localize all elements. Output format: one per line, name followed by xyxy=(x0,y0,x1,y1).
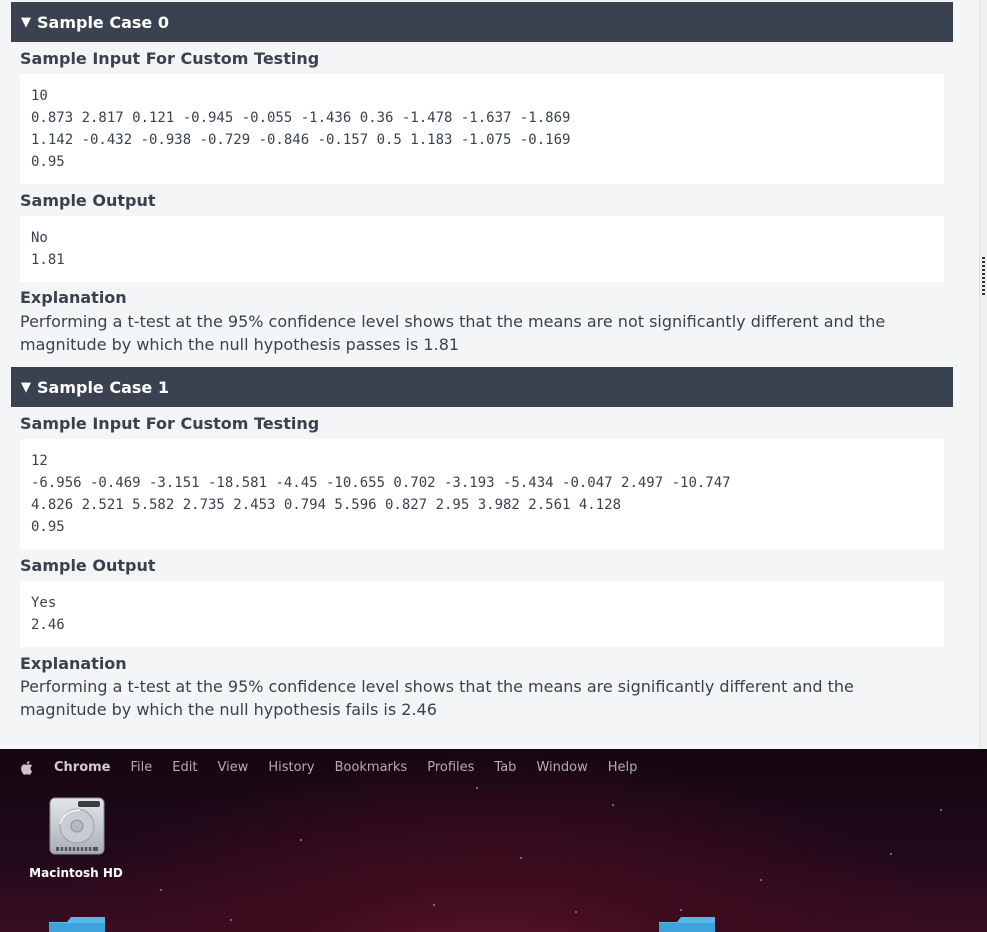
star xyxy=(680,909,682,911)
sample-input-label: Sample Input For Custom Testing xyxy=(20,414,320,433)
input-line: 0.95 xyxy=(31,154,65,170)
menu-file[interactable]: File xyxy=(131,760,153,775)
vertical-scrollbar[interactable] xyxy=(979,0,987,749)
star xyxy=(890,853,892,855)
star xyxy=(760,879,762,881)
triangle-down-icon: ▼ xyxy=(21,379,31,395)
macos-desktop: Chrome File Edit View History Bookmarks … xyxy=(0,749,987,932)
star xyxy=(612,804,614,806)
input-line: 12 xyxy=(31,453,48,469)
star xyxy=(300,839,302,841)
menu-profiles[interactable]: Profiles xyxy=(427,760,474,775)
macintosh-hd-label[interactable]: Macintosh HD xyxy=(24,866,128,880)
star xyxy=(230,919,232,921)
sample-output-label: Sample Output xyxy=(20,556,156,575)
star xyxy=(476,787,478,789)
folder-icon[interactable] xyxy=(47,914,107,932)
apple-logo-icon[interactable] xyxy=(20,760,34,775)
output-line: 2.46 xyxy=(31,617,65,633)
output-line: Yes xyxy=(31,595,57,611)
star xyxy=(160,889,162,891)
sample-output-box: Yes 2.46 xyxy=(20,581,944,647)
hard-drive-icon[interactable] xyxy=(48,797,106,855)
triangle-down-icon: ▼ xyxy=(21,14,31,30)
sample-input-box: 10 0.873 2.817 0.121 -0.945 -0.055 -1.43… xyxy=(20,74,944,184)
problem-page: ▼ Sample Case 0 Sample Input For Custom … xyxy=(0,0,979,749)
sample-case-1-header[interactable]: ▼ Sample Case 1 xyxy=(11,367,953,407)
explanation-text: Performing a t-test at the 95% confidenc… xyxy=(20,677,854,719)
menu-bar: Chrome File Edit View History Bookmarks … xyxy=(0,749,987,785)
input-line: -6.956 -0.469 -3.151 -18.581 -4.45 -10.6… xyxy=(31,475,731,491)
sample-input-label: Sample Input For Custom Testing xyxy=(20,49,320,68)
sample-output-box: No 1.81 xyxy=(20,216,944,282)
input-line: 4.826 2.521 5.582 2.735 2.453 0.794 5.59… xyxy=(31,497,622,513)
star xyxy=(940,809,942,811)
menu-window[interactable]: Window xyxy=(536,760,587,775)
star xyxy=(433,904,435,906)
menu-view[interactable]: View xyxy=(217,760,248,775)
menu-edit[interactable]: Edit xyxy=(172,760,197,775)
explanation-label: Explanation xyxy=(20,288,127,307)
sample-case-0-header[interactable]: ▼ Sample Case 0 xyxy=(11,2,953,42)
input-line: 1.142 -0.432 -0.938 -0.729 -0.846 -0.157… xyxy=(31,132,571,148)
input-line: 10 xyxy=(31,88,48,104)
menu-history[interactable]: History xyxy=(268,760,314,775)
menu-chrome[interactable]: Chrome xyxy=(54,760,111,775)
explanation-text: Performing a t-test at the 95% confidenc… xyxy=(20,312,886,354)
sample-output-label: Sample Output xyxy=(20,191,156,210)
sample-case-title: Sample Case 1 xyxy=(37,377,169,397)
sample-input-box: 12 -6.956 -0.469 -3.151 -18.581 -4.45 -1… xyxy=(20,439,944,549)
input-line: 0.95 xyxy=(31,519,65,535)
menu-bookmarks[interactable]: Bookmarks xyxy=(335,760,408,775)
star xyxy=(575,911,577,913)
resize-grip-icon[interactable] xyxy=(982,257,985,297)
output-line: 1.81 xyxy=(31,252,65,268)
sample-case-title: Sample Case 0 xyxy=(37,12,169,32)
star xyxy=(520,857,522,859)
folder-icon[interactable] xyxy=(657,914,717,932)
menu-tab[interactable]: Tab xyxy=(494,760,516,775)
input-line: 0.873 2.817 0.121 -0.945 -0.055 -1.436 0… xyxy=(31,110,571,126)
menu-help[interactable]: Help xyxy=(608,760,638,775)
explanation-label: Explanation xyxy=(20,654,127,673)
output-line: No xyxy=(31,230,48,246)
